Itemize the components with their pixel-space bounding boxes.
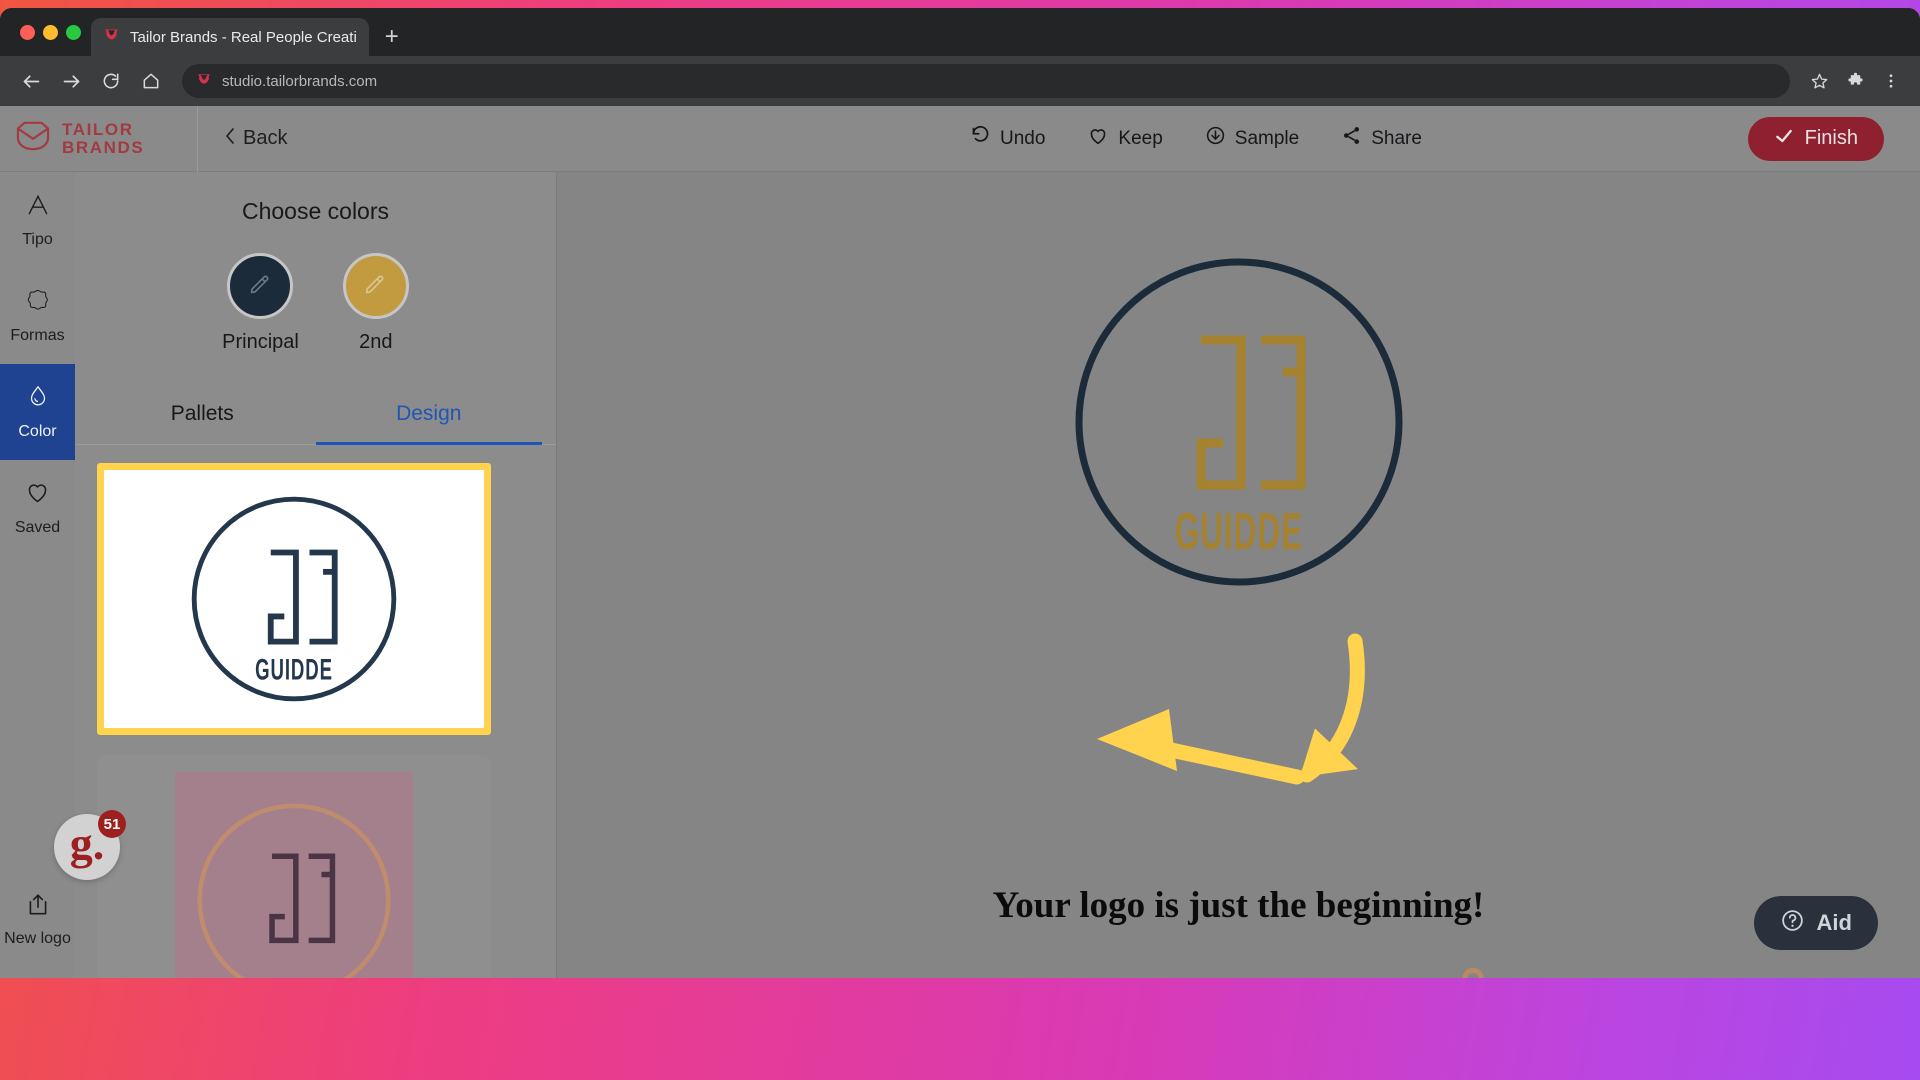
keep-button[interactable]: Keep [1087, 125, 1163, 153]
pencil-icon [248, 271, 273, 301]
app-body: Tipo Formas Color Saved New logo g. 51 C… [0, 172, 1920, 978]
guidde-badge[interactable]: g. 51 [54, 810, 126, 880]
sample-button[interactable]: Sample [1205, 125, 1299, 152]
finish-button[interactable]: Finish [1747, 116, 1884, 161]
sidebar-item-saved[interactable]: Saved [0, 460, 75, 556]
site-favicon [196, 71, 212, 92]
tailor-brands-studio: TAILOR BRANDS Back Undo Keep Sample Shar… [0, 106, 1920, 978]
app-header: TAILOR BRANDS Back Undo Keep Sample Shar… [0, 106, 1920, 172]
aid-button[interactable]: Aid [1753, 896, 1878, 950]
undo-label: Undo [1000, 127, 1046, 149]
share-label: Share [1371, 127, 1422, 149]
color-options-panel: Choose colors Principal 2nd Pallets Desi… [75, 172, 557, 978]
browser-toolbar: studio.tailorbrands.com [0, 56, 1920, 106]
browser-tab[interactable]: Tailor Brands - Real People Creati [91, 18, 369, 56]
home-icon[interactable] [134, 64, 168, 98]
tab-pallets[interactable]: Pallets [89, 388, 316, 445]
back-button[interactable]: Back [224, 127, 287, 151]
brand-line-1: TAILOR [62, 120, 134, 140]
tagline: Your logo is just the beginning! [992, 885, 1485, 926]
download-circle-icon [1205, 125, 1226, 152]
color-swatch-row: Principal 2nd [75, 253, 556, 354]
principal-color-label: Principal [222, 331, 299, 353]
new-tab-button[interactable]: + [375, 18, 409, 56]
browser-tab-title: Tailor Brands - Real People Creati [130, 28, 357, 46]
chevron-left-icon [224, 127, 236, 151]
sidebar-item-label: Saved [14, 519, 61, 536]
principal-color-swatch[interactable] [227, 253, 294, 319]
window-traffic-lights [14, 8, 91, 56]
finish-label: Finish [1804, 127, 1858, 149]
guidde-logo-thumbnail: GUIDDE [191, 496, 397, 702]
sample-label: Sample [1234, 127, 1300, 149]
browser-window: Tailor Brands - Real People Creati + stu… [0, 8, 1920, 978]
check-icon [1774, 126, 1794, 152]
brand-line-2: BRANDS [62, 137, 145, 157]
back-button-label: Back [243, 127, 288, 149]
heart-icon [1087, 125, 1109, 153]
question-circle-icon [1780, 908, 1805, 939]
bookmark-star-icon[interactable] [1804, 64, 1834, 98]
sidebar-item-label: Formas [10, 326, 65, 344]
back-arrow-icon[interactable] [14, 64, 48, 98]
undo-button[interactable]: Undo [970, 125, 1045, 152]
thumbnail-logo-text: GUIDDE [255, 653, 333, 687]
logo-preview[interactable]: GUIDDE [1039, 222, 1439, 622]
address-bar-url[interactable]: studio.tailorbrands.com [222, 73, 377, 90]
sidebar-item-tipo[interactable]: Tipo [0, 172, 75, 268]
kebab-menu-icon[interactable] [1876, 64, 1906, 98]
scalloped-shape-icon [25, 288, 51, 319]
forward-arrow-icon[interactable] [54, 64, 88, 98]
guidde-notification-count: 51 [98, 810, 126, 838]
undo-icon [970, 125, 991, 152]
new-logo-button[interactable]: New logo [0, 878, 75, 962]
minimize-window-button[interactable] [43, 24, 58, 40]
new-logo-label: New logo [4, 930, 71, 947]
extensions-puzzle-icon[interactable] [1840, 64, 1870, 98]
keep-label: Keep [1118, 127, 1163, 149]
tailor-brands-logo[interactable]: TAILOR BRANDS [0, 106, 198, 172]
letter-a-icon [25, 192, 51, 223]
address-bar[interactable]: studio.tailorbrands.com [182, 64, 1790, 98]
tailor-brands-mark-icon [14, 120, 52, 157]
aid-label: Aid [1816, 910, 1852, 935]
sidebar-item-color[interactable]: Color [0, 364, 75, 460]
share-icon [1341, 125, 1362, 152]
share-button[interactable]: Share [1341, 125, 1422, 152]
panel-title: Choose colors [241, 198, 390, 224]
brand-mockups [1462, 968, 1483, 978]
maximize-window-button[interactable] [66, 24, 81, 40]
browser-tab-strip: Tailor Brands - Real People Creati + [0, 8, 1920, 56]
secondary-color-swatch[interactable] [342, 253, 409, 319]
logo-variant-selected[interactable]: GUIDDE [97, 463, 491, 735]
annotation-arrow [1097, 633, 1365, 785]
tailor-brands-favicon [103, 26, 120, 48]
logo-variant-alt[interactable] [97, 755, 491, 978]
left-icon-rail: Tipo Formas Color Saved New logo g. 51 [0, 172, 126, 978]
tab-design[interactable]: Design [315, 388, 542, 445]
reload-icon[interactable] [94, 64, 128, 98]
header-actions: Undo Keep Sample Share [970, 125, 1422, 153]
sidebar-item-label: Tipo [22, 230, 53, 248]
sidebar-item-formas[interactable]: Formas [0, 268, 75, 364]
droplet-icon [26, 384, 50, 415]
principal-color-cell: Principal [222, 253, 299, 354]
close-window-button[interactable] [20, 24, 35, 40]
secondary-color-cell: 2nd [342, 253, 409, 354]
heart-outline-icon [24, 479, 51, 511]
logo-canvas: GUIDDE Your logo is just the beginning! [557, 172, 1920, 978]
sidebar-item-label: Color [18, 422, 57, 440]
logo-variant-list: GUIDDE [75, 445, 556, 978]
logo-preview-text: GUIDDE [1174, 503, 1303, 561]
tailor-brands-wordmark: TAILOR BRANDS [62, 121, 144, 156]
panel-scrollbar[interactable] [548, 172, 554, 978]
guidde-logo-thumbnail-alt [175, 772, 413, 978]
panel-tabs: Pallets Design [75, 388, 556, 445]
external-link-icon [25, 892, 51, 923]
secondary-color-label: 2nd [359, 331, 393, 353]
pencil-icon [363, 271, 388, 301]
